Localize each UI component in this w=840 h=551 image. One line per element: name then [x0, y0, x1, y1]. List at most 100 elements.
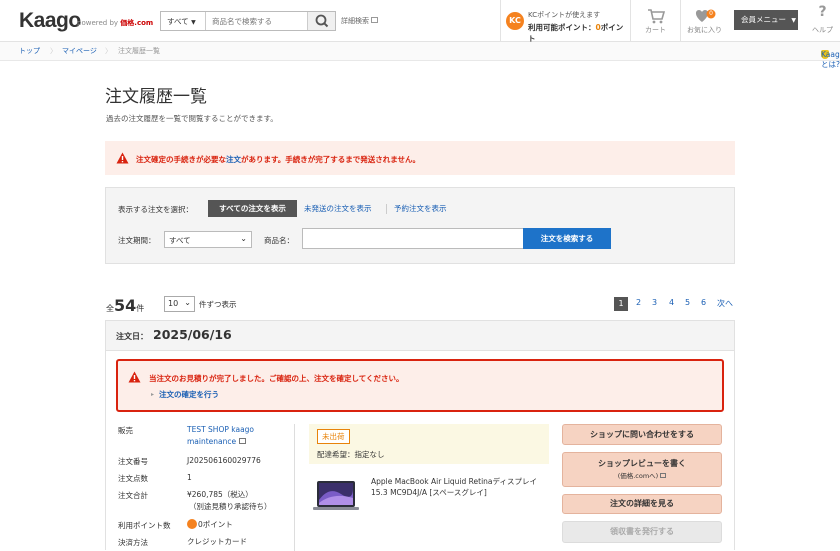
chevron-down-icon: ⌄ — [240, 234, 247, 243]
search-bar: すべて ▼ — [160, 11, 336, 31]
breadcrumb: トップ 〉 マイページ 〉 注文履歴一覧 Kaagoとは? — [0, 42, 840, 69]
chevron-down-icon: ▼ — [791, 17, 797, 24]
cart-icon — [631, 8, 680, 24]
window-icon — [238, 438, 246, 444]
order-confirm-alert: 注文確定の手続きが必要な注文があります。手続きが完了するまで発送されません。 — [105, 141, 735, 175]
search-icon — [315, 14, 329, 28]
filter-select-label: 表示する注文を選択： — [118, 205, 193, 214]
breadcrumb-top[interactable]: トップ — [19, 46, 40, 56]
search-category-value: すべて — [167, 17, 189, 26]
page-5[interactable]: 5 — [685, 298, 690, 307]
count-prefix: 全 — [106, 304, 114, 313]
order-number: J202506160029776 — [187, 456, 261, 465]
review-destination: (価格.comへ) — [563, 470, 721, 480]
column-divider — [294, 424, 295, 551]
period-select[interactable]: すべて ⌄ — [164, 231, 252, 248]
kaago-logo[interactable]: Kaago — [19, 9, 81, 33]
quantity-label: 注文点数 — [118, 474, 148, 483]
kc-points-box[interactable]: KC KCポイントが使えます 利用可能ポイント：0ポイント — [500, 0, 630, 43]
per-page-value: 10 — [168, 299, 179, 308]
member-menu-label: 会員メニュー — [741, 15, 786, 24]
page-3[interactable]: 3 — [652, 298, 657, 307]
page-4[interactable]: 4 — [669, 298, 674, 307]
chevron-down-icon: ⌄ — [184, 298, 191, 307]
product-name-label: 商品名： — [264, 236, 294, 245]
contact-shop-button[interactable]: ショップに問い合わせをする — [562, 424, 722, 445]
show-unshipped-link[interactable]: 未発送の注文を表示 — [304, 203, 372, 214]
heart-icon — [681, 8, 728, 24]
estimate-alert-message: 当注文のお見積りが完了しました。ご確認の上、注文を確定してください。 — [149, 374, 404, 383]
shop-name-link[interactable]: TEST SHOP kaago maintenance — [187, 424, 282, 448]
breadcrumb-mypage-link[interactable]: マイページ — [62, 47, 97, 55]
order-detail-button[interactable]: 注文の詳細を見る — [562, 494, 722, 514]
advanced-search-link[interactable]: 詳細検索 — [341, 16, 379, 26]
shop-label: 販売 — [118, 426, 133, 435]
confirm-order-link[interactable]: 注文の確定を行う — [151, 389, 219, 400]
write-review-button[interactable]: ショップレビューを書く (価格.comへ) — [562, 452, 722, 487]
filter-divider — [386, 204, 387, 214]
total-note: （別途見積り承認待ち） — [189, 502, 272, 511]
quantity-value: 1 — [187, 473, 192, 482]
help-button[interactable]: ? ヘルプ — [805, 0, 840, 42]
points-used-text: 0ポイント — [198, 520, 233, 529]
search-orders-button[interactable]: 注文を検索する — [523, 228, 611, 249]
page-2[interactable]: 2 — [636, 298, 641, 307]
delivery-preference: 配達希望：指定なし — [317, 450, 385, 459]
member-menu-button[interactable]: 会員メニュー ▼ — [734, 10, 798, 30]
powered-by-brand: 価格.com — [120, 19, 154, 27]
next-page-link[interactable]: 次へ — [717, 298, 733, 309]
alert-order-link[interactable]: 注文 — [226, 155, 241, 164]
page-1[interactable]: 1 — [614, 297, 628, 311]
kaago-about-label: Kaagoとは? — [821, 50, 840, 69]
breadcrumb-separator: 〉 — [105, 47, 112, 55]
warning-icon — [116, 152, 129, 164]
breadcrumb-current: 注文履歴一覧 — [118, 47, 160, 55]
breadcrumb-top-link[interactable]: トップ — [19, 47, 40, 55]
cart-button[interactable]: カート — [630, 0, 680, 42]
order-estimate-alert: 当注文のお見積りが完了しました。ご確認の上、注文を確定してください。 注文の確定… — [116, 359, 724, 412]
alert-message: 注文確定の手続きが必要な注文があります。手続きが完了するまで発送されません。 — [136, 154, 420, 165]
order-number-label: 注文番号 — [118, 457, 148, 466]
kc-badge-icon: KC — [506, 12, 524, 30]
help-label: ヘルプ — [812, 26, 833, 34]
order-date-label: 注文日： — [116, 332, 148, 341]
issue-receipt-button: 領収書を発行する — [562, 521, 722, 543]
page-6[interactable]: 6 — [701, 298, 706, 307]
breadcrumb-mypage[interactable]: マイページ — [62, 46, 97, 56]
review-destination-text: (価格.comへ) — [617, 472, 659, 480]
order-filter-panel: 表示する注文を選択： すべての注文を表示 未発送の注文を表示 予約注文を表示 注… — [105, 187, 735, 264]
order-count: 全54件 — [106, 296, 144, 315]
advanced-search-label: 詳細検索 — [341, 17, 369, 25]
period-value: すべて — [169, 236, 191, 245]
warning-icon — [128, 371, 141, 383]
chevron-down-icon: ▼ — [191, 19, 196, 26]
write-review-label: ショップレビューを書く — [598, 459, 686, 468]
period-label: 注文期間： — [118, 236, 156, 245]
product-name-input[interactable] — [302, 228, 524, 249]
status-badge: 未出荷 — [317, 429, 350, 444]
search-input[interactable] — [207, 12, 307, 30]
search-button[interactable] — [307, 12, 335, 30]
order-card: 注文日： 2025/06/16 当注文のお見積りが完了しました。ご確認の上、注文… — [105, 320, 735, 551]
per-page-label: 件ずつ表示 — [199, 300, 237, 309]
per-page-select[interactable]: 10 ⌄ — [164, 296, 195, 312]
points-used-value: 0ポイント — [187, 519, 233, 531]
breadcrumb-separator: 〉 — [50, 47, 57, 55]
points-used-label: 利用ポイント数 — [118, 521, 171, 530]
count-value: 54 — [114, 296, 137, 315]
total-value: ¥260,785（税込） — [187, 490, 253, 499]
product-name-link[interactable]: Apple MacBook Air Liquid Retinaディスプレイ 15… — [371, 476, 549, 498]
cart-label: カート — [645, 26, 666, 34]
show-all-orders-button[interactable]: すべての注文を表示 — [208, 200, 297, 217]
site-header: Kaago powered by 価格.com すべて ▼ 詳細検索 KC KC… — [0, 0, 840, 43]
favorites-button[interactable]: 0 お気に入り — [680, 0, 728, 42]
alert-text-before: 注文確定の手続きが必要な — [136, 155, 226, 164]
show-reserved-link[interactable]: 予約注文を表示 — [394, 203, 447, 214]
window-icon — [371, 17, 379, 23]
help-icon: ? — [818, 4, 827, 20]
product-image[interactable] — [311, 480, 361, 513]
search-category-select[interactable]: すべて ▼ — [161, 12, 206, 30]
window-icon — [660, 473, 667, 478]
order-header: 注文日： 2025/06/16 — [106, 321, 734, 351]
kc-points-prefix: 利用可能ポイント： — [528, 23, 596, 32]
